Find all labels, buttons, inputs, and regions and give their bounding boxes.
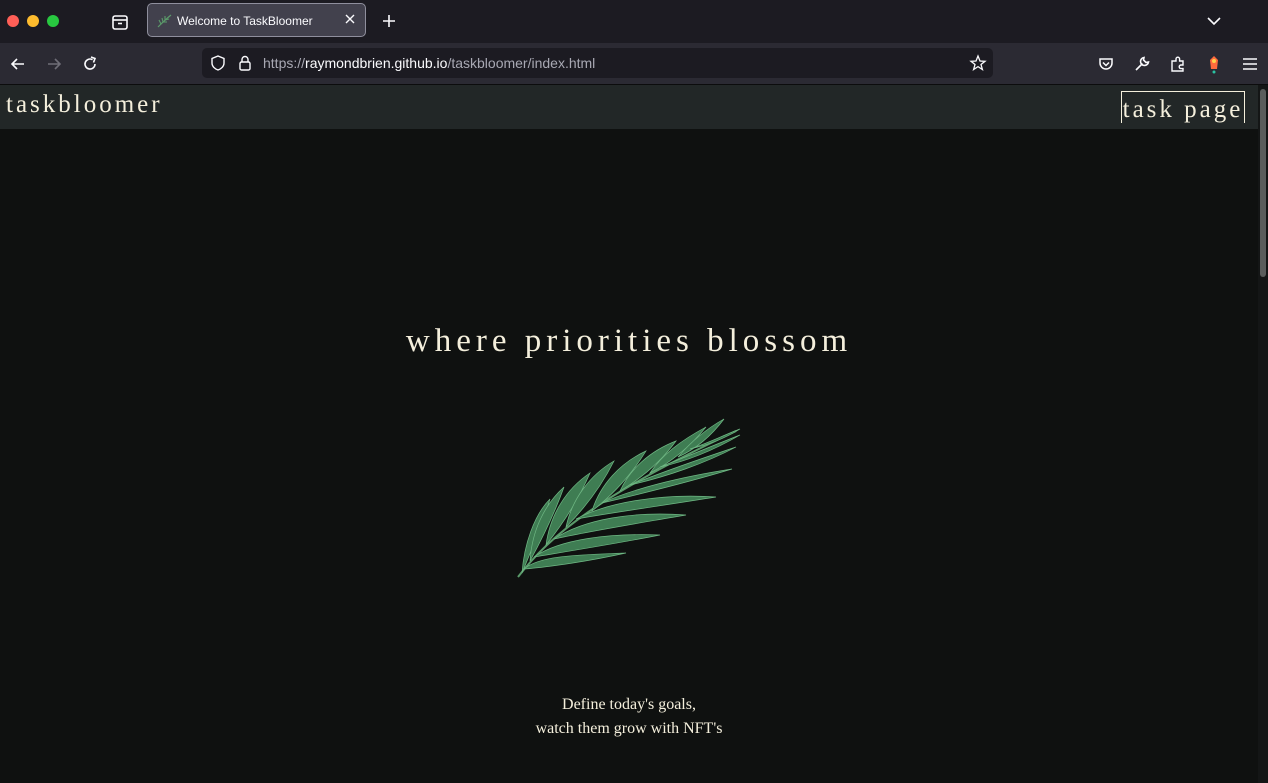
lock-icon[interactable]: [236, 54, 254, 72]
url-text[interactable]: https://raymondbrien.github.io/taskbloom…: [263, 55, 595, 71]
zoom-window-button[interactable]: [47, 15, 59, 27]
hamburger-menu-icon[interactable]: [1240, 54, 1260, 74]
tagline-line-1: Define today's goals,: [562, 696, 696, 713]
browser-tab-bar: Welcome to TaskBloomer: [0, 0, 1268, 43]
forward-arrow-icon[interactable]: [44, 54, 64, 74]
scrollbar-thumb[interactable]: [1260, 89, 1266, 277]
sprig-favicon-icon: [157, 14, 172, 28]
reload-icon[interactable]: [80, 54, 100, 74]
page-scrollbar[interactable]: [1258, 85, 1268, 783]
new-tab-icon[interactable]: [380, 12, 398, 30]
bookmark-star-icon[interactable]: [969, 54, 987, 72]
extensions-puzzle-icon[interactable]: [1168, 54, 1188, 74]
hero-title: where priorities blossom: [405, 323, 853, 359]
site-header: taskbloomer task page: [0, 85, 1258, 129]
close-window-button[interactable]: [7, 15, 19, 27]
chevron-down-icon[interactable]: [1205, 12, 1223, 30]
url-prefix: https://: [263, 55, 306, 71]
pocket-icon[interactable]: [1096, 54, 1116, 74]
close-tab-icon[interactable]: [343, 12, 357, 26]
minimize-window-button[interactable]: [27, 15, 39, 27]
site-brand[interactable]: taskbloomer: [6, 91, 163, 119]
back-arrow-icon[interactable]: [8, 54, 28, 74]
account-avatar-icon[interactable]: [1204, 54, 1224, 74]
active-tab[interactable]: Welcome to TaskBloomer: [147, 3, 366, 37]
shield-icon[interactable]: [209, 54, 227, 72]
tab-title: Welcome to TaskBloomer: [177, 14, 313, 28]
page-viewport: taskbloomer task page where priorities b…: [0, 85, 1268, 783]
rosemary-sprig-illustration: [517, 418, 741, 578]
wrench-icon[interactable]: [1132, 54, 1152, 74]
tagline-line-2: watch them grow with NFT's: [535, 720, 723, 737]
address-bar[interactable]: https://raymondbrien.github.io/taskbloom…: [202, 48, 993, 78]
tagline: Define today's goals, watch them grow wi…: [0, 693, 1258, 741]
browser-nav-bar: https://raymondbrien.github.io/taskbloom…: [0, 43, 1268, 85]
tab-overview-icon[interactable]: [110, 12, 130, 32]
task-page-link[interactable]: task page: [1121, 91, 1245, 123]
url-host: raymondbrien.github.io: [305, 55, 448, 71]
url-path: /taskbloomer/index.html: [447, 55, 596, 71]
